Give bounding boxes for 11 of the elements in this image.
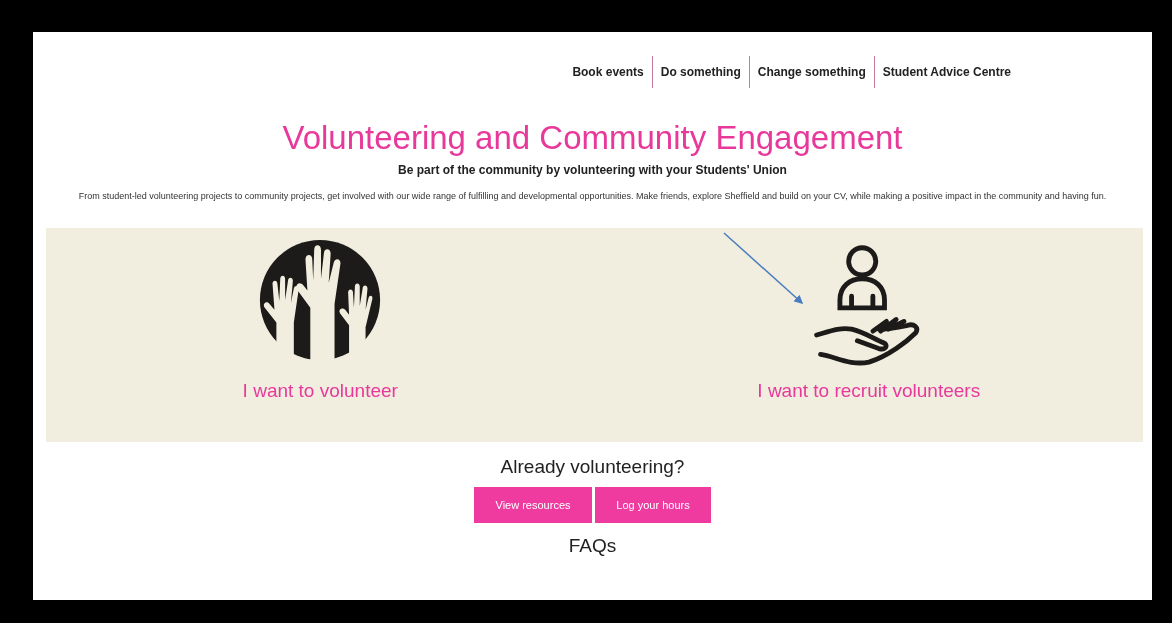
section-heading: FAQs <box>567 535 618 557</box>
nav-link[interactable]: Change something <box>748 56 874 88</box>
nav-link[interactable]: Student Advice Centre <box>873 56 1019 88</box>
section-heading: Already volunteering? <box>499 456 686 478</box>
intro-text: From student-led volunteering projects to community projects, get involved with our wide range of fulfilling and developmental opportunities. Make friends, explore Sheffield and build on your CV, while making a positive impact in the community and having fun. <box>77 190 1108 203</box>
subtitle: Be part of the community by volunteering with your Students' Union <box>397 163 788 177</box>
action-button[interactable]: Log your hours <box>595 487 711 523</box>
nav-link[interactable]: Book events <box>564 56 652 88</box>
nav-link[interactable]: Do something <box>651 56 749 88</box>
page-title: Volunteering and Community Engagement <box>281 118 904 158</box>
action-button[interactable]: View resources <box>474 487 592 523</box>
